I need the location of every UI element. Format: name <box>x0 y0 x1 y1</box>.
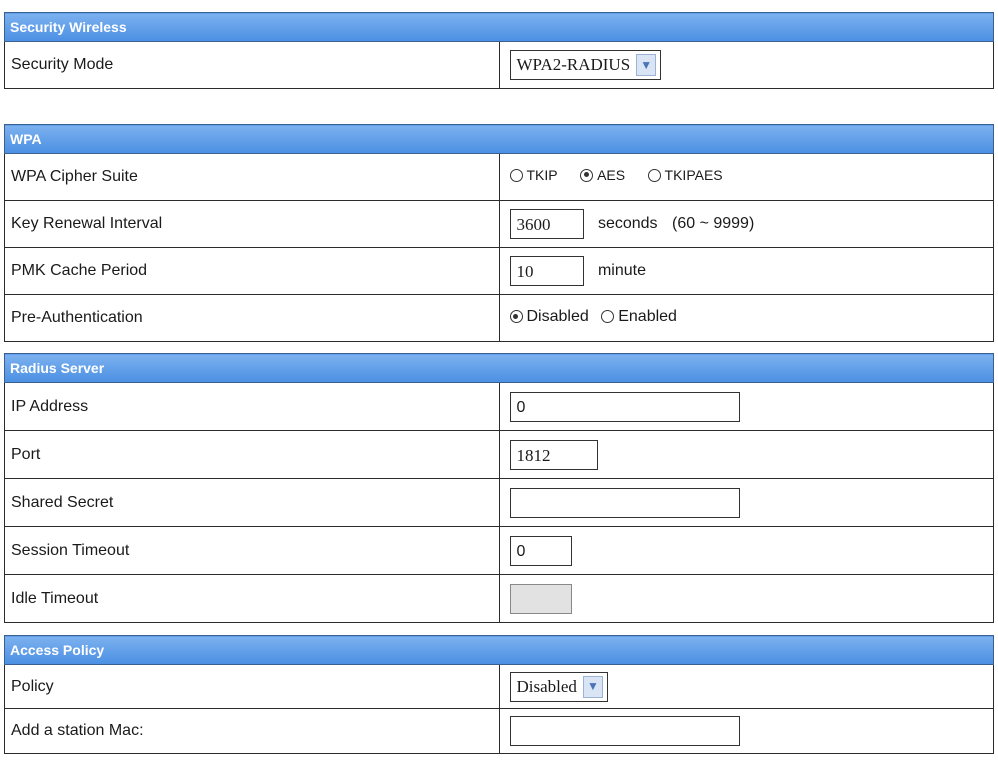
pre-auth-label: Pre-Authentication <box>4 294 500 342</box>
security-wireless-table: Security Wireless Security Mode WPA2-RAD… <box>4 12 994 89</box>
key-renewal-label: Key Renewal Interval <box>4 200 500 248</box>
radio-icon[interactable] <box>509 310 523 324</box>
key-renewal-unit: seconds <box>597 215 658 233</box>
radio-icon[interactable] <box>601 310 615 324</box>
wpa-cipher-cell: TKIP AES TKIPAES <box>498 153 994 201</box>
wpa-table: WPA WPA Cipher Suite TKIP AES TKIPAES Ke… <box>4 124 994 342</box>
cipher-option-label: TKIP <box>526 167 558 184</box>
ip-address-input[interactable]: 0 <box>509 391 740 422</box>
security-mode-select[interactable]: WPA2-RADIUS ▼ <box>509 50 662 80</box>
shared-secret-label: Shared Secret <box>4 478 500 527</box>
add-station-cell <box>498 708 994 754</box>
chevron-down-icon[interactable]: ▼ <box>582 675 603 698</box>
access-policy-table: Access Policy Policy Disabled ▼ Add a st… <box>4 635 994 754</box>
cipher-option-aes[interactable]: AES <box>580 167 625 183</box>
pmk-cache-unit: minute <box>597 262 646 280</box>
radio-icon[interactable] <box>509 168 523 182</box>
cipher-option-tkip[interactable]: TKIP <box>509 167 558 184</box>
idle-timeout-cell <box>498 574 994 623</box>
pmk-cache-cell: 10 minute <box>498 247 994 295</box>
security-mode-cell: WPA2-RADIUS ▼ <box>498 41 994 89</box>
key-renewal-range: (60 ~ 9999) <box>672 215 755 233</box>
pre-auth-option-label: Enabled <box>618 307 677 325</box>
port-cell: 1812 <box>498 430 994 479</box>
key-renewal-cell: 3600 seconds (60 ~ 9999) <box>498 200 994 248</box>
cipher-option-label: TKIPAES <box>664 167 723 184</box>
security-mode-label: Security Mode <box>4 41 500 89</box>
ip-address-label: IP Address <box>4 382 500 431</box>
shared-secret-input[interactable] <box>509 487 740 518</box>
session-timeout-cell: 0 <box>498 526 994 575</box>
pre-auth-option-label: Disabled <box>526 307 589 325</box>
cipher-option-label: AES <box>597 167 626 184</box>
policy-select[interactable]: Disabled ▼ <box>509 671 608 702</box>
idle-timeout-label: Idle Timeout <box>4 574 500 623</box>
radio-icon[interactable] <box>580 168 594 182</box>
add-station-label: Add a station Mac: <box>4 708 500 754</box>
shared-secret-cell <box>498 478 994 527</box>
policy-label: Policy <box>4 664 500 709</box>
session-timeout-label: Session Timeout <box>4 526 500 575</box>
wpa-header: WPA <box>4 124 994 154</box>
radius-server-table: Radius Server IP Address 0 Port 1812 Sha… <box>4 353 994 623</box>
pre-auth-option-enabled[interactable]: Enabled <box>601 308 677 326</box>
session-timeout-input[interactable]: 0 <box>509 535 572 566</box>
security-mode-value: WPA2-RADIUS <box>516 55 631 74</box>
pmk-cache-label: PMK Cache Period <box>4 247 500 295</box>
chevron-down-icon[interactable]: ▼ <box>636 54 657 76</box>
radio-icon[interactable] <box>647 168 661 182</box>
add-station-input[interactable] <box>509 716 740 746</box>
pre-auth-cell: Disabled Enabled <box>498 294 994 342</box>
ip-address-cell: 0 <box>498 382 994 431</box>
port-input[interactable]: 1812 <box>509 439 598 470</box>
port-label: Port <box>4 430 500 479</box>
wpa-cipher-label: WPA Cipher Suite <box>4 153 500 201</box>
policy-cell: Disabled ▼ <box>498 664 994 709</box>
access-policy-header: Access Policy <box>4 635 994 665</box>
pmk-cache-input[interactable]: 10 <box>509 256 584 286</box>
security-wireless-header: Security Wireless <box>4 12 994 42</box>
idle-timeout-input[interactable] <box>509 583 572 614</box>
key-renewal-input[interactable]: 3600 <box>509 209 584 239</box>
pre-auth-option-disabled[interactable]: Disabled <box>509 307 589 326</box>
cipher-option-tkipaes[interactable]: TKIPAES <box>647 167 723 184</box>
policy-value: Disabled <box>516 676 577 696</box>
radius-server-header: Radius Server <box>4 353 994 383</box>
